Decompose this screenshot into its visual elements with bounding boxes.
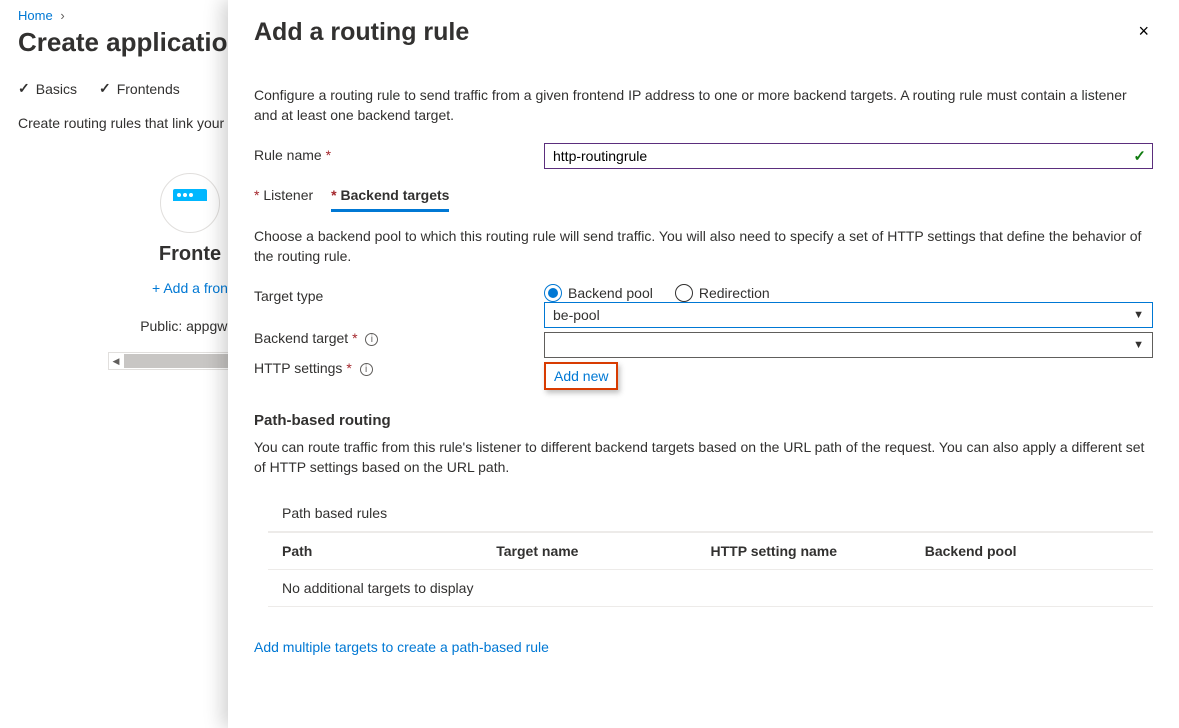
http-settings-label-text: HTTP settings (254, 360, 342, 376)
tab-backend-targets[interactable]: * Backend targets (331, 187, 449, 212)
http-settings-add-new[interactable]: Add new (544, 362, 618, 390)
radio-backend-pool-label: Backend pool (568, 285, 653, 301)
tab-listener[interactable]: * Listener (254, 187, 313, 212)
rule-name-label-text: Rule name (254, 147, 322, 163)
breadcrumb-home[interactable]: Home (18, 8, 53, 23)
scroll-left-icon[interactable]: ◀ (109, 356, 123, 367)
valid-check-icon: ✓ (1133, 147, 1146, 165)
backend-description: Choose a backend pool to which this rout… (254, 226, 1153, 266)
tab-listener-label: Listener (263, 187, 313, 203)
step-basics[interactable]: ✓ Basics (18, 80, 77, 97)
required-icon: * (352, 330, 357, 346)
col-target: Target name (496, 543, 710, 559)
browser-window-icon (173, 189, 207, 217)
radio-icon (675, 284, 693, 302)
frontends-icon-wrap (160, 173, 220, 233)
info-icon[interactable]: i (360, 363, 373, 376)
panel-title: Add a routing rule (254, 18, 469, 47)
rule-name-input[interactable] (544, 143, 1153, 169)
radio-backend-pool[interactable]: Backend pool (544, 284, 653, 302)
backend-target-select[interactable]: be-pool ▼ (544, 302, 1153, 328)
col-path: Path (282, 543, 496, 559)
path-rules-table: Path Target name HTTP setting name Backe… (268, 531, 1153, 607)
target-type-label: Target type (254, 284, 544, 304)
required-icon: * (254, 187, 263, 203)
radio-redirection-label: Redirection (699, 285, 770, 301)
path-routing-heading: Path-based routing (254, 412, 1153, 429)
close-button[interactable]: × (1134, 18, 1153, 44)
add-multiple-targets-link[interactable]: Add multiple targets to create a path-ba… (254, 639, 549, 655)
backend-target-label: Backend target * i (254, 326, 544, 348)
step-label: Frontends (117, 81, 180, 97)
rule-name-label: Rule name * (254, 143, 544, 169)
table-empty-row: No additional targets to display (268, 570, 1153, 606)
add-frontend-link[interactable]: + Add a fron (152, 280, 228, 296)
backend-target-value: be-pool (553, 307, 600, 323)
table-header: Path Target name HTTP setting name Backe… (268, 532, 1153, 570)
chevron-right-icon: › (60, 8, 64, 23)
radio-redirection[interactable]: Redirection (675, 284, 770, 302)
backend-target-label-text: Backend target (254, 330, 348, 346)
path-rules-title: Path based rules (282, 505, 1153, 521)
col-http: HTTP setting name (711, 543, 925, 559)
check-icon: ✓ (99, 80, 111, 97)
http-settings-label: HTTP settings * i (254, 356, 544, 390)
check-icon: ✓ (18, 80, 30, 97)
tab-backend-label: Backend targets (341, 187, 450, 203)
required-icon: * (331, 187, 340, 203)
required-icon: * (346, 360, 351, 376)
http-settings-select[interactable]: ▼ (544, 332, 1153, 358)
chevron-down-icon: ▼ (1133, 339, 1144, 351)
panel-description: Configure a routing rule to send traffic… (254, 85, 1153, 125)
step-frontends[interactable]: ✓ Frontends (99, 80, 180, 97)
required-icon: * (326, 147, 331, 163)
frontends-circle (160, 173, 220, 233)
step-label: Basics (36, 81, 77, 97)
empty-row-text: No additional targets to display (282, 580, 1139, 596)
radio-icon (544, 284, 562, 302)
routing-rule-panel: Add a routing rule × Configure a routing… (228, 0, 1179, 728)
path-routing-description: You can route traffic from this rule's l… (254, 437, 1153, 477)
col-pool: Backend pool (925, 543, 1139, 559)
tabs: * Listener * Backend targets (254, 187, 1153, 212)
chevron-down-icon: ▼ (1133, 309, 1144, 321)
info-icon[interactable]: i (365, 333, 378, 346)
